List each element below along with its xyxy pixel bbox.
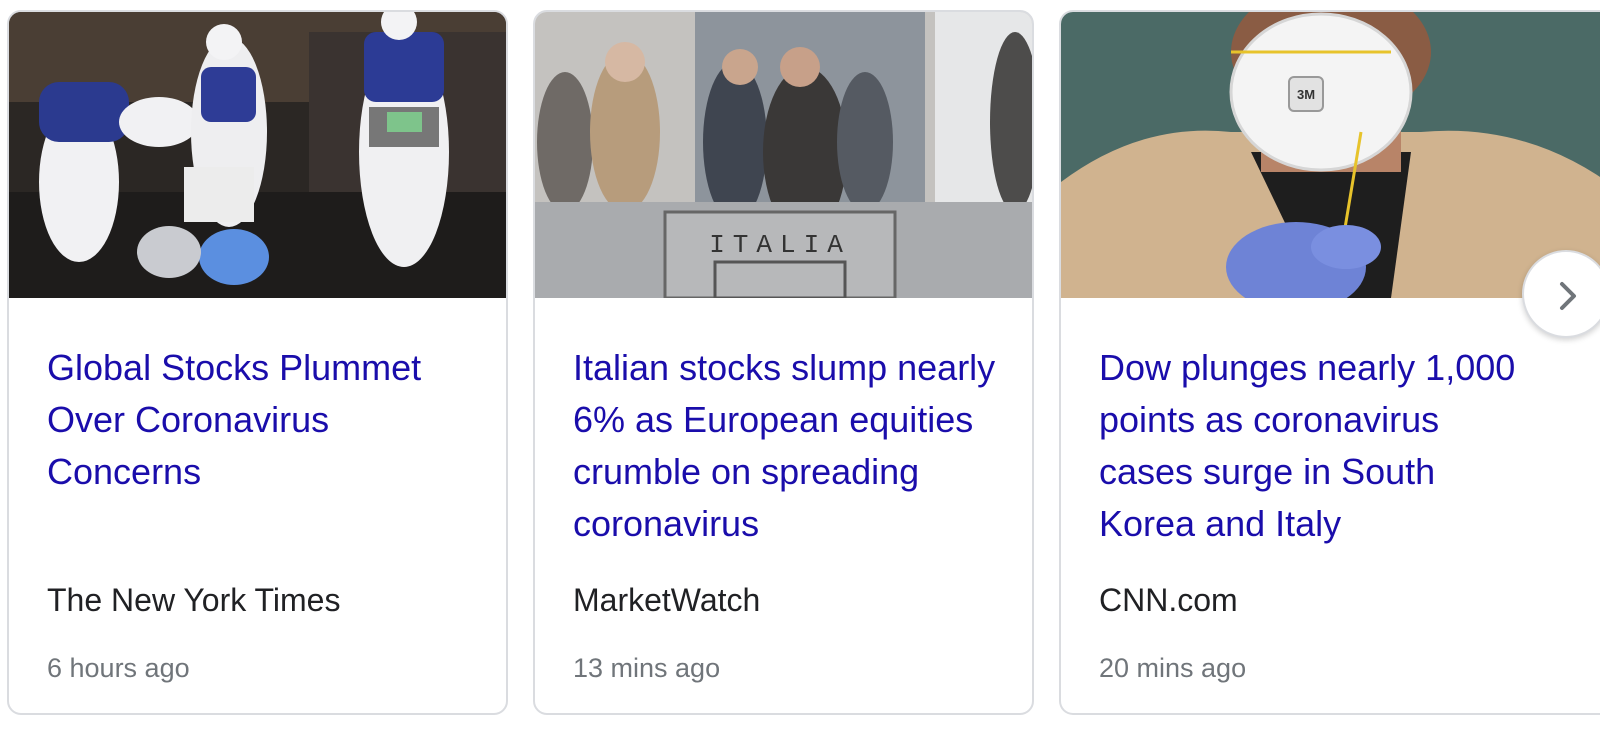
article-headline[interactable]: Global Stocks Plummet Over Coronavirus C… [47, 342, 477, 498]
article-timestamp: 13 mins ago [573, 653, 721, 683]
chevron-right-icon [1560, 282, 1576, 310]
news-card[interactable]: 3M Dow plunges nearly 1,000 points as co… [1059, 10, 1600, 715]
carousel-next-button[interactable] [1522, 250, 1600, 338]
article-thumbnail [9, 12, 506, 298]
article-thumbnail: 3M [1061, 12, 1600, 298]
article-source: The New York Times [47, 582, 341, 618]
news-card[interactable]: Global Stocks Plummet Over Coronavirus C… [7, 10, 508, 715]
news-carousel: Global Stocks Plummet Over Coronavirus C… [0, 0, 1600, 738]
news-card[interactable]: ITALIA Italian stocks slump nearly 6% as… [533, 10, 1034, 715]
article-timestamp: 6 hours ago [47, 653, 190, 683]
svg-text:3M: 3M [1297, 87, 1315, 102]
svg-text:ITALIA: ITALIA [709, 230, 851, 260]
article-headline[interactable]: Italian stocks slump nearly 6% as Europe… [573, 342, 1003, 550]
article-timestamp: 20 mins ago [1099, 653, 1247, 683]
article-source: CNN.com [1099, 582, 1238, 618]
article-thumbnail: ITALIA [535, 12, 1032, 298]
article-headline[interactable]: Dow plunges nearly 1,000 points as coron… [1099, 342, 1529, 550]
article-source: MarketWatch [573, 582, 761, 618]
